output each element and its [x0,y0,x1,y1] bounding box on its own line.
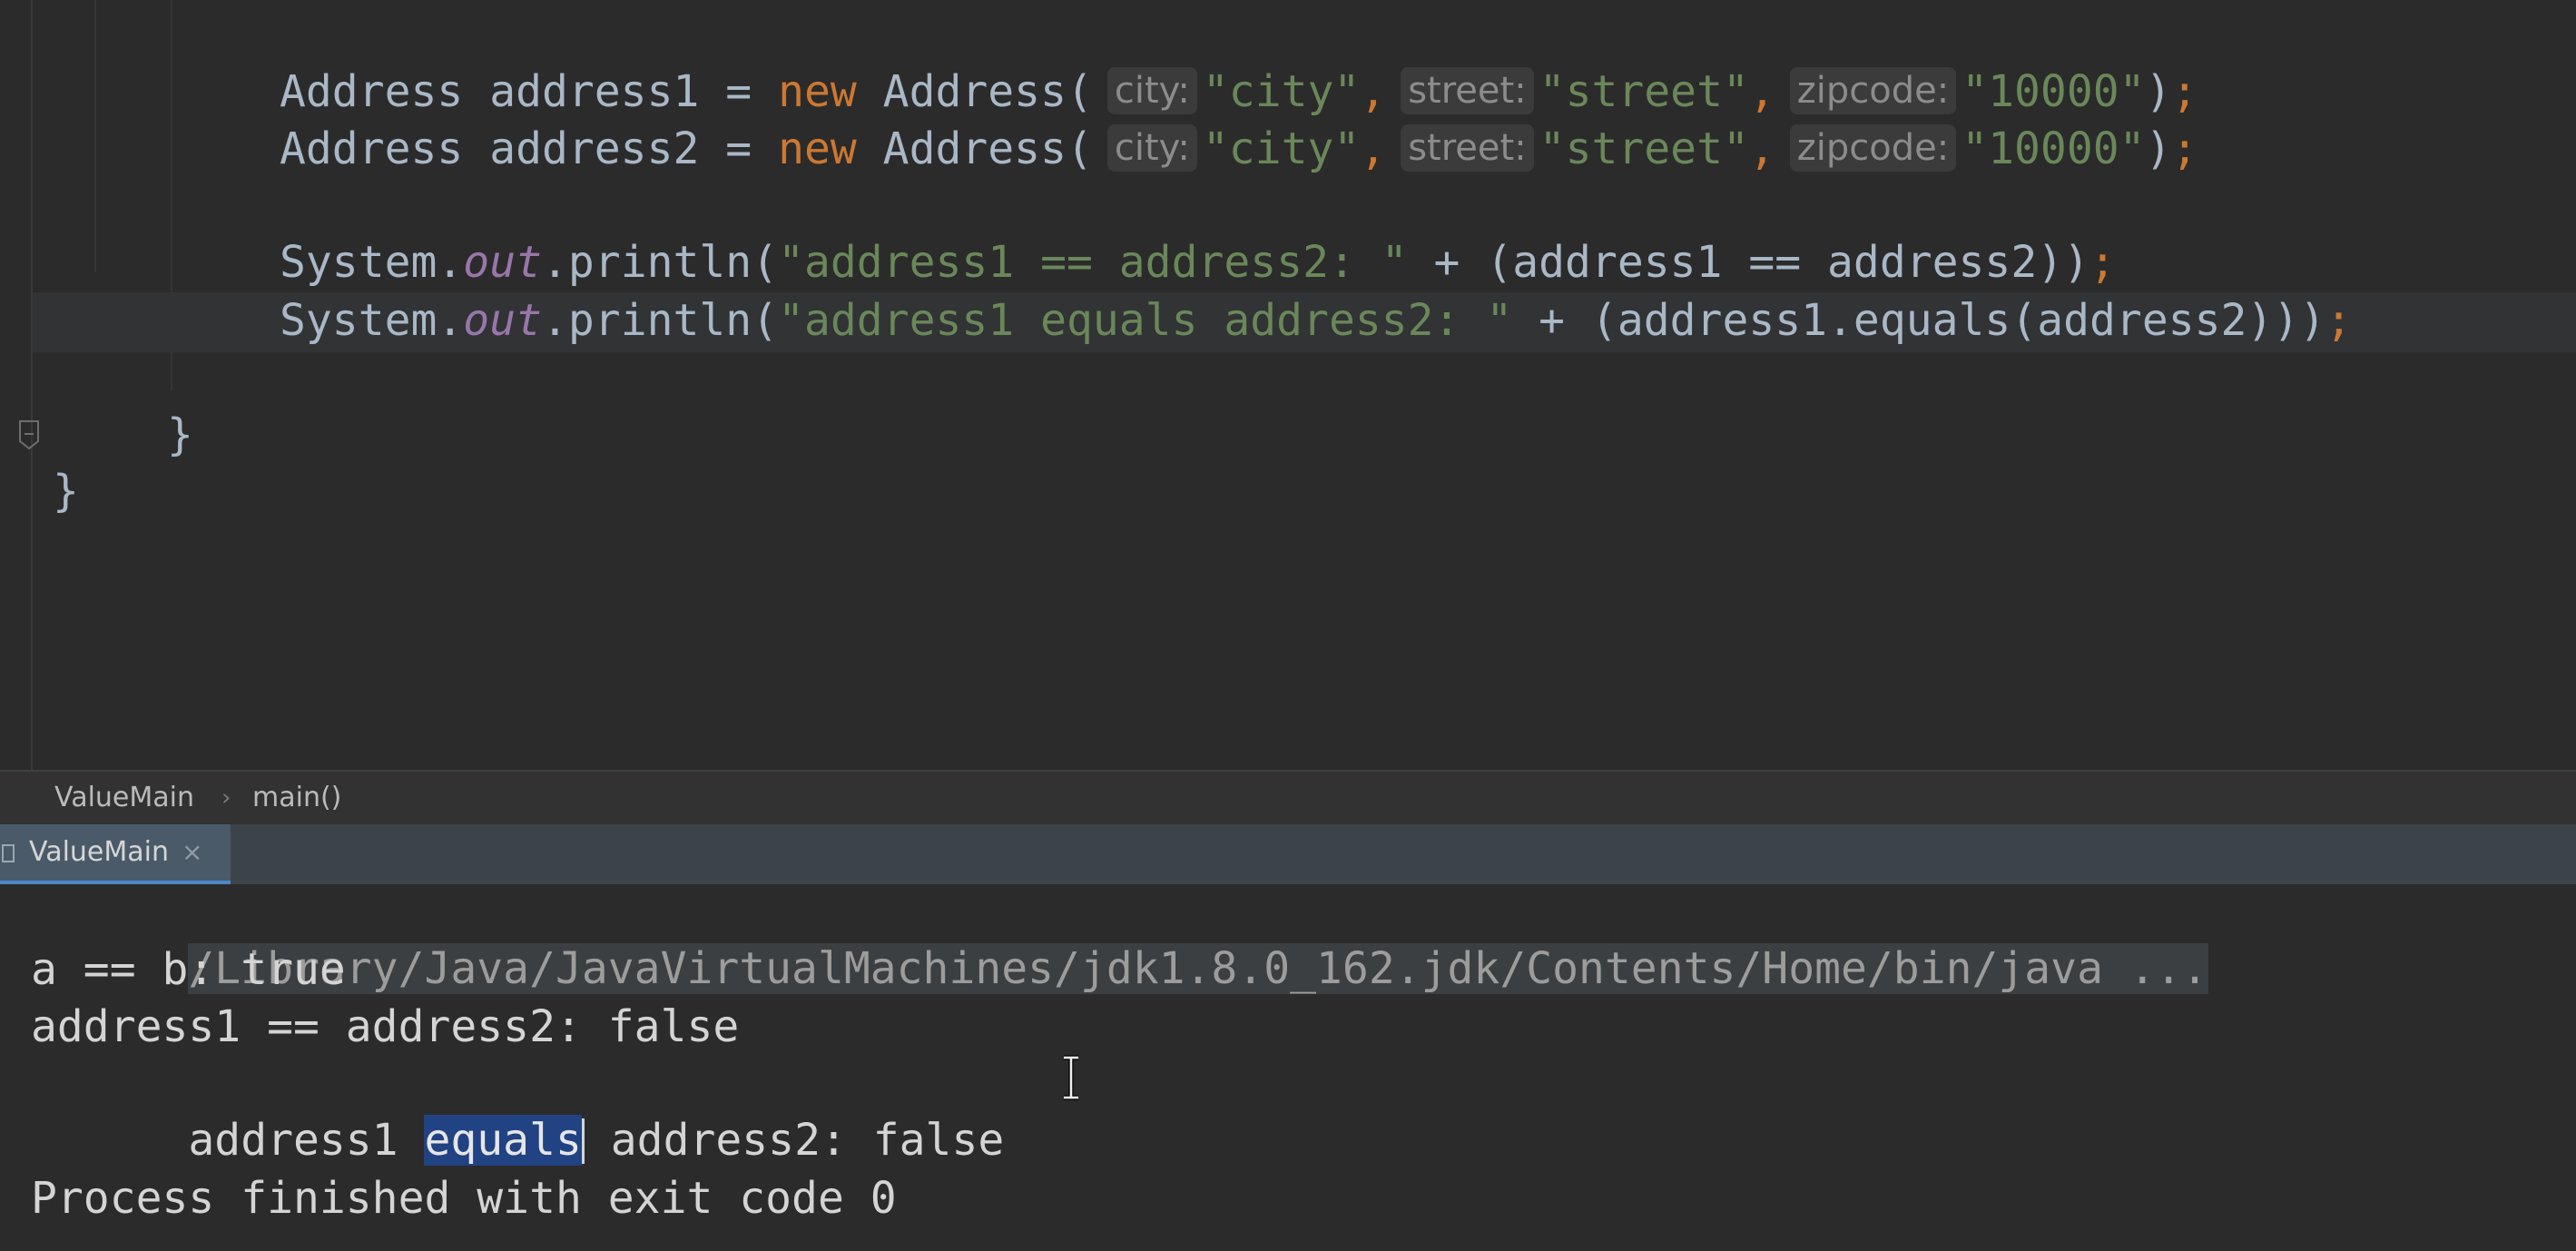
code-token: Address address2 = [280,123,779,174]
code-token: .println( [542,295,779,346]
code-token: "10000" [1961,66,2146,117]
code-token: + (address1 == address2)) [1407,237,2090,288]
tab-run-valuemain[interactable]: ValueMain × [0,824,231,884]
code-token: ; [2171,66,2198,117]
run-tool-window-header: ValueMain × [0,824,2576,884]
parameter-hint: street: [1401,124,1534,172]
run-tab-label: ValueMain [29,836,169,868]
console-text: address2: false [584,1115,1005,1166]
code-token: ) [2145,123,2172,174]
code-token: new [778,66,857,117]
code-token: , [1360,123,1387,174]
code-token: "address1 equals address2: " [778,295,1513,346]
breadcrumb: ValueMain › main() [0,770,2576,824]
parameter-hint: city: [1106,67,1197,114]
code-token: "address1 == address2: " [778,237,1408,288]
editor-gutter [31,0,33,770]
console-line-command[interactable]: /Library/Java/JavaVirtualMachines/jdk1.8… [31,884,2208,994]
console-icon [2,844,15,862]
code-line-address2[interactable]: Address address2 = new Address( city: "cit… [280,121,2197,177]
code-line-address1[interactable]: Address address1 = new Address( city: "cit… [280,64,2197,120]
code-token: .println( [542,237,779,288]
parameter-hint: street: [1401,67,1534,114]
parameter-hint: zipcode: [1789,67,1957,114]
console-line-output: address1 equals address2: false [31,1056,1004,1166]
close-icon[interactable]: × [182,824,202,881]
mouse-ibeam-cursor-icon [1064,1055,1078,1100]
code-line-println-identity[interactable]: System.out.println("address1 == address2… [280,234,2116,291]
console-line-exit: Process finished with exit code 0 [31,1173,897,1224]
code-line-method-close[interactable]: } [167,407,193,463]
code-token: + (address1.equals(address2))) [1512,295,2326,346]
code-token: out [463,295,542,346]
code-token: , [1748,66,1775,117]
code-line-class-close[interactable]: } [53,463,79,519]
ide-window: Address address1 = new Address( city: "cit… [0,0,2576,1251]
console-command-text[interactable]: /Library/Java/JavaVirtualMachines/jdk1.8… [188,943,2208,994]
selected-text[interactable]: equals [424,1115,582,1166]
code-token: System. [280,295,464,346]
code-token: ; [2325,295,2353,346]
code-token: Address address1 = [280,66,779,117]
console-text: address1 [188,1115,425,1166]
code-token: "city" [1202,123,1361,174]
code-token: } [167,409,193,460]
console-line-output: a == b: true [31,944,346,995]
code-token: new [778,123,857,174]
code-token: ; [2089,237,2116,288]
code-token: , [1360,66,1387,117]
code-token: out [463,237,542,288]
code-token: "street" [1539,66,1749,117]
code-token: "10000" [1961,123,2146,174]
console-line-output: address1 == address2: false [31,1001,740,1052]
code-token: "street" [1539,123,1749,174]
code-token: System. [280,237,464,288]
fold-end-icon[interactable] [17,418,41,450]
code-line-println-equals[interactable]: System.out.println("address1 equals addr… [280,292,2352,349]
parameter-hint: city: [1106,124,1197,172]
code-token: ; [2171,123,2198,174]
code-editor[interactable]: Address address1 = new Address( city: "cit… [0,0,2576,770]
code-token: Address( [856,123,1093,174]
parameter-hint: zipcode: [1789,124,1957,172]
breadcrumb-item-method[interactable]: main() [252,772,341,824]
run-console[interactable]: /Library/Java/JavaVirtualMachines/jdk1.8… [0,884,2576,1251]
code-token: Address( [856,66,1093,117]
indent-guide [94,0,96,272]
code-token: , [1748,123,1775,174]
code-token: ) [2145,66,2172,117]
breadcrumb-item-class[interactable]: ValueMain [54,772,194,824]
breadcrumb-separator: › [221,784,231,812]
code-token: "city" [1202,66,1361,117]
code-token: } [53,466,79,517]
